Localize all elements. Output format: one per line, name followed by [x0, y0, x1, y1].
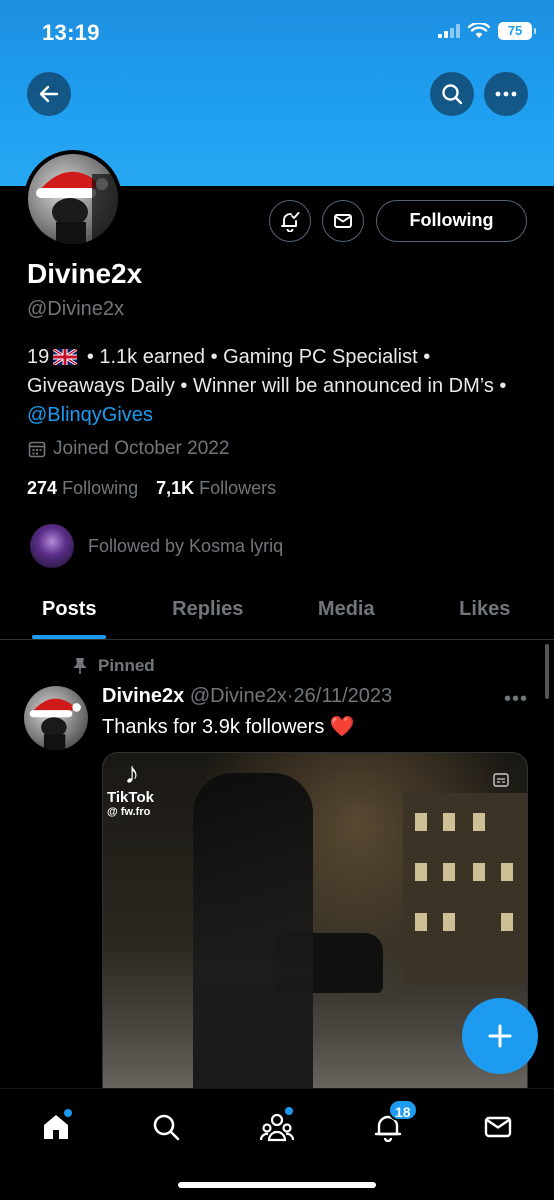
post-author-avatar[interactable]	[24, 686, 88, 750]
search-icon	[442, 84, 463, 105]
santa-hat-avatar-illustration	[29, 698, 81, 750]
post-text: Thanks for 3.9k followers ❤️	[102, 714, 355, 739]
tiktok-name: TikTok	[107, 789, 154, 806]
message-button[interactable]	[322, 200, 364, 242]
bio-text: • 1.1k earned • Gaming PC Specialist • G…	[27, 346, 507, 397]
search-icon	[153, 1114, 180, 1141]
profile-display-name: Divine2x	[27, 258, 143, 289]
followers-stat[interactable]: 7,1K Followers	[156, 478, 276, 499]
uk-flag-icon	[53, 349, 78, 365]
signal-icon	[438, 24, 460, 38]
follow-stats: 274 Following 7,1K Followers	[27, 478, 276, 499]
post-more-button[interactable]: •••	[504, 688, 528, 711]
heart-emoji: ❤️	[329, 716, 355, 738]
communities-unread-dot	[285, 1107, 293, 1115]
arrow-left-icon	[39, 85, 59, 103]
post-header: Divine2x @Divine2x·26/11/2023	[102, 685, 392, 708]
joined-date-text: Joined October 2022	[53, 438, 230, 459]
pin-icon	[74, 658, 86, 674]
following-button[interactable]: Following	[376, 200, 527, 242]
nav-search[interactable]	[146, 1107, 186, 1147]
joined-date: Joined October 2022	[27, 438, 229, 460]
tab-posts[interactable]: Posts	[0, 585, 139, 639]
notifications-badge: 18	[388, 1099, 418, 1121]
pinned-label: Pinned	[72, 656, 155, 676]
calendar-icon	[28, 441, 46, 458]
tiktok-logo-icon: ♪	[124, 757, 140, 790]
tab-likes[interactable]: Likes	[416, 585, 554, 639]
following-count: 274	[27, 478, 58, 498]
pinned-text: Pinned	[98, 656, 155, 675]
compose-post-button[interactable]	[462, 998, 538, 1074]
status-icons: 75	[438, 22, 536, 40]
status-time: 13:19	[42, 20, 100, 45]
nav-home[interactable]	[36, 1107, 76, 1147]
tab-media[interactable]: Media	[277, 585, 416, 639]
post-text-body: Thanks for 3.9k followers	[102, 716, 325, 738]
tab-replies[interactable]: Replies	[139, 585, 278, 639]
scroll-indicator	[545, 644, 549, 699]
santa-hat-avatar-illustration	[36, 171, 118, 244]
post-date[interactable]: 26/11/2023	[294, 685, 393, 707]
profile-handle: @Divine2x	[27, 298, 125, 320]
nav-messages[interactable]	[478, 1107, 518, 1147]
media-person	[193, 773, 313, 1101]
battery-indicator: 75	[498, 22, 536, 40]
avatar-image	[28, 154, 118, 244]
profile-bio: 19 • 1.1k earned • Gaming PC Specialist …	[27, 343, 532, 430]
following-label: Following	[62, 478, 139, 498]
status-bar: 13:19 75	[0, 0, 554, 62]
home-indicator	[178, 1182, 376, 1188]
tiktok-watermark: ♪ TikTok @ fw.fro	[107, 757, 157, 819]
back-button[interactable]	[27, 72, 71, 116]
bell-check-icon	[281, 212, 300, 232]
envelope-icon	[484, 1116, 512, 1138]
mutual-follower-avatar	[30, 524, 74, 568]
profile-tabs: Posts Replies Media Likes	[0, 585, 554, 640]
nav-notifications[interactable]: 18	[368, 1099, 418, 1147]
profile-avatar[interactable]	[24, 150, 122, 248]
media-building	[403, 793, 527, 983]
followers-count: 7,1K	[156, 478, 195, 498]
tiktok-handle: @ fw.fro	[107, 806, 151, 818]
followers-label: Followers	[199, 478, 277, 498]
notifications-toggle-button[interactable]	[269, 200, 311, 242]
followed-by-row[interactable]: Followed by Kosma lyriq	[30, 524, 283, 568]
bio-text-age: 19	[27, 346, 50, 368]
post-author-name[interactable]: Divine2x	[102, 685, 184, 707]
search-button[interactable]	[430, 72, 474, 116]
nav-communities[interactable]	[257, 1107, 297, 1147]
more-options-button[interactable]	[484, 72, 528, 116]
post-separator: ·	[286, 685, 294, 707]
envelope-icon	[334, 214, 352, 228]
plus-icon	[488, 1024, 512, 1048]
bio-mention-link[interactable]: @BlinqyGives	[27, 404, 153, 426]
following-stat[interactable]: 274 Following	[27, 478, 138, 499]
home-unread-dot	[64, 1109, 72, 1117]
more-horizontal-icon	[495, 91, 517, 97]
wifi-icon	[468, 23, 490, 38]
captions-icon	[493, 773, 509, 790]
post-author-handle[interactable]: @Divine2x	[190, 685, 287, 707]
communities-icon	[260, 1113, 294, 1142]
followed-by-text: Followed by Kosma lyriq	[88, 535, 284, 556]
